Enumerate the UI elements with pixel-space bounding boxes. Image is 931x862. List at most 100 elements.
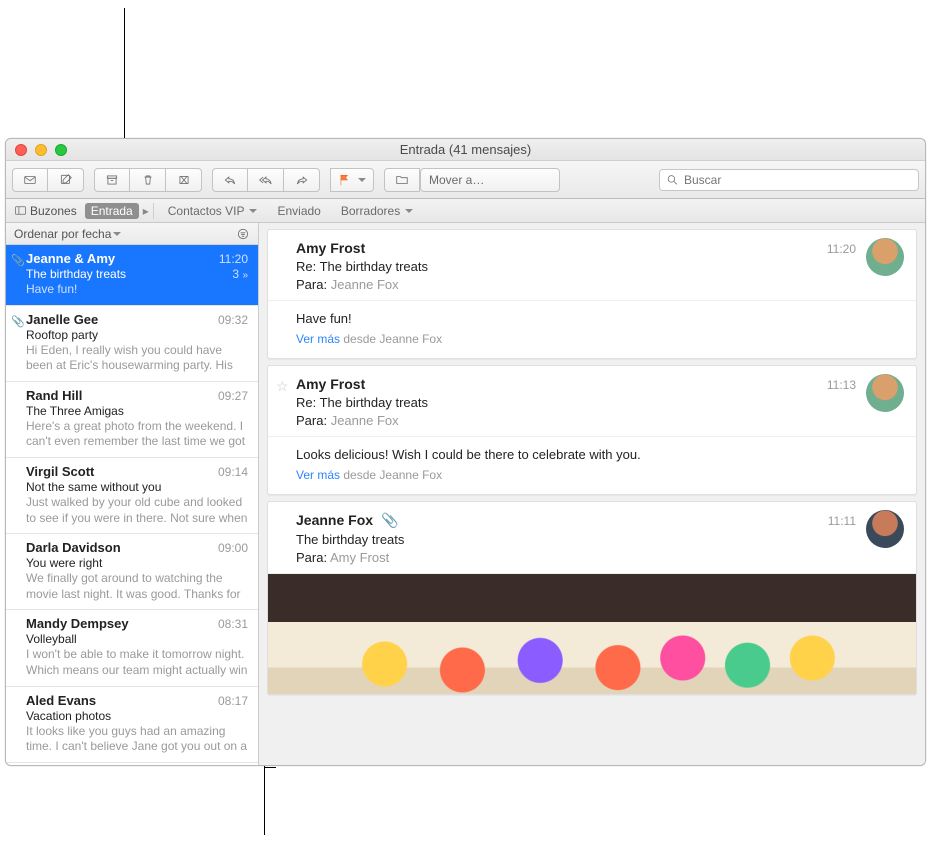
subject-label: Vacation photos xyxy=(26,709,111,723)
message-list-item[interactable]: Aled Evans 08:17 Vacation photosIt looks l… xyxy=(6,687,258,763)
envelope-icon xyxy=(23,173,37,187)
sent-button[interactable]: Enviado xyxy=(267,204,330,218)
message-list-item[interactable]: Darla Davidson09:00You were rightWe fina… xyxy=(6,534,258,610)
from-label: Amy Frost xyxy=(296,376,902,392)
inbox-pill[interactable]: Entrada xyxy=(85,203,139,219)
chevron-down-icon xyxy=(356,172,366,187)
search-field[interactable] xyxy=(659,169,919,191)
subject-label: The birthday treats xyxy=(26,267,126,281)
search-input[interactable] xyxy=(684,173,912,187)
reply-icon xyxy=(223,173,237,187)
time-label: 09:27 xyxy=(218,389,248,403)
subject-label: Rooftop party xyxy=(26,328,98,342)
time-label: 09:32 xyxy=(218,313,248,327)
sort-header[interactable]: Ordenar por fecha xyxy=(6,223,258,245)
vip-dropdown[interactable]: Contactos VIP xyxy=(158,204,268,218)
email-image-attachment xyxy=(268,574,916,694)
avatar xyxy=(866,510,904,548)
reply-all-icon xyxy=(259,173,273,187)
message-list-item[interactable]: 📎Janelle Gee09:32Rooftop partyHi Eden, I… xyxy=(6,306,258,382)
see-more-link[interactable]: Ver más desde Jeanne Fox xyxy=(296,468,902,482)
attachment-icon: 📎 xyxy=(11,254,25,267)
filter-icon[interactable] xyxy=(236,227,250,241)
message-list-item[interactable]: Mandy Dempsey 08:31 VolleyballI won't be a… xyxy=(6,610,258,686)
move-to-label: Mover a… xyxy=(429,173,484,187)
folder-icon xyxy=(395,173,409,187)
thread-message-card[interactable]: ☆ Amy Frost Re: The birthday treats Para: J… xyxy=(267,365,917,495)
time-label: 09:00 xyxy=(218,541,248,555)
avatar xyxy=(866,238,904,276)
junk-icon xyxy=(177,173,191,187)
reply-all-button[interactable] xyxy=(248,168,284,192)
get-mail-button[interactable] xyxy=(12,168,48,192)
sender-label: Virgil Scott xyxy=(26,464,94,479)
sender-label: Jeanne & Amy xyxy=(26,251,115,266)
subject-label: Re: The birthday treats xyxy=(296,259,902,274)
subject-label: You were right xyxy=(26,556,102,570)
time-label: 08:17 xyxy=(218,694,248,708)
delete-button[interactable] xyxy=(130,168,166,192)
message-body: Have fun! xyxy=(296,311,902,326)
time-label: 11:11 xyxy=(828,514,856,528)
attachment-icon: 📎 xyxy=(11,315,25,328)
message-list-item[interactable]: 📎Jeanne & Amy 11:20 The birthday treats 3 »… xyxy=(6,245,258,306)
message-list-item[interactable]: Robert Fabian08:06Lost and foundHi every… xyxy=(6,763,258,765)
sidebar-icon xyxy=(14,204,27,217)
compose-icon xyxy=(59,173,73,187)
callout-line xyxy=(264,767,276,768)
time-label: 11:13 xyxy=(827,378,856,392)
mailboxes-label: Buzones xyxy=(30,204,77,218)
window-title: Entrada (41 mensajes) xyxy=(6,142,925,157)
preview-text: We finally got around to watching the mo… xyxy=(26,571,248,602)
forward-button[interactable] xyxy=(284,168,320,192)
see-more-link[interactable]: Ver más desde Jeanne Fox xyxy=(296,332,902,346)
sender-label: Mandy Dempsey xyxy=(26,616,129,631)
thread-message-card[interactable]: Amy Frost Re: The birthday treats Para: Je… xyxy=(267,229,917,359)
from-label: Jeanne Fox📎 xyxy=(296,512,902,529)
titlebar: Entrada (41 mensajes) xyxy=(6,139,925,161)
thread-count: 3 » xyxy=(232,267,248,281)
archive-button[interactable] xyxy=(94,168,130,192)
message-list-item[interactable]: Rand Hill09:27The Three AmigasHere's a g… xyxy=(6,382,258,458)
drafts-dropdown[interactable]: Borradores xyxy=(331,204,423,218)
subject-label: The Three Amigas xyxy=(26,404,124,418)
preview-text: I won't be able to make it tomorrow nigh… xyxy=(26,647,248,678)
time-label: 08:31 xyxy=(218,617,248,631)
message-list-pane: Ordenar por fecha 📎Jeanne & Amy11:20The … xyxy=(6,223,259,765)
forward-icon xyxy=(295,173,309,187)
compose-button[interactable] xyxy=(48,168,84,192)
to-row: Para: Jeanne Fox xyxy=(296,413,902,428)
to-row: Para: Jeanne Fox xyxy=(296,277,902,292)
sender-label: Aled Evans xyxy=(26,693,96,708)
mailboxes-toggle[interactable]: Buzones xyxy=(6,204,85,218)
star-icon[interactable]: ☆ xyxy=(276,378,289,395)
flag-button[interactable] xyxy=(330,168,374,192)
preview-text: Hi Eden, I really wish you could have be… xyxy=(26,343,248,374)
thread-message-card[interactable]: Jeanne Fox📎The birthday treatsPara: Amy … xyxy=(267,501,917,695)
time-label: 11:20 xyxy=(219,252,248,266)
preview-text: Have fun! xyxy=(26,282,248,298)
flag-icon xyxy=(338,173,352,187)
move-to-dropdown[interactable]: Mover a… xyxy=(420,168,560,192)
archive-icon xyxy=(105,173,119,187)
attachment-icon: 📎 xyxy=(381,512,398,529)
trash-icon xyxy=(141,173,155,187)
move-folder-icon-button[interactable] xyxy=(384,168,420,192)
reading-pane: Amy Frost Re: The birthday treats Para: Je… xyxy=(259,223,925,765)
sender-label: Rand Hill xyxy=(26,388,82,403)
avatar xyxy=(866,374,904,412)
from-label: Amy Frost xyxy=(296,240,902,256)
subject-label: Re: The birthday treats xyxy=(296,395,902,410)
time-label: 09:14 xyxy=(218,465,248,479)
mail-window: Entrada (41 mensajes) xyxy=(5,138,926,766)
reply-button[interactable] xyxy=(212,168,248,192)
message-body: Looks delicious! Wish I could be there t… xyxy=(296,447,902,462)
subject-label: Not the same without you xyxy=(26,480,161,494)
junk-button[interactable] xyxy=(166,168,202,192)
message-list-item[interactable]: Virgil Scott 09:14 Not the same without yo… xyxy=(6,458,258,534)
time-label: 11:20 xyxy=(827,242,856,256)
subject-label: Volleyball xyxy=(26,632,77,646)
search-icon xyxy=(666,173,679,187)
to-row: Para: Amy Frost xyxy=(296,550,902,565)
preview-text: It looks like you guys had an amazing ti… xyxy=(26,724,248,755)
